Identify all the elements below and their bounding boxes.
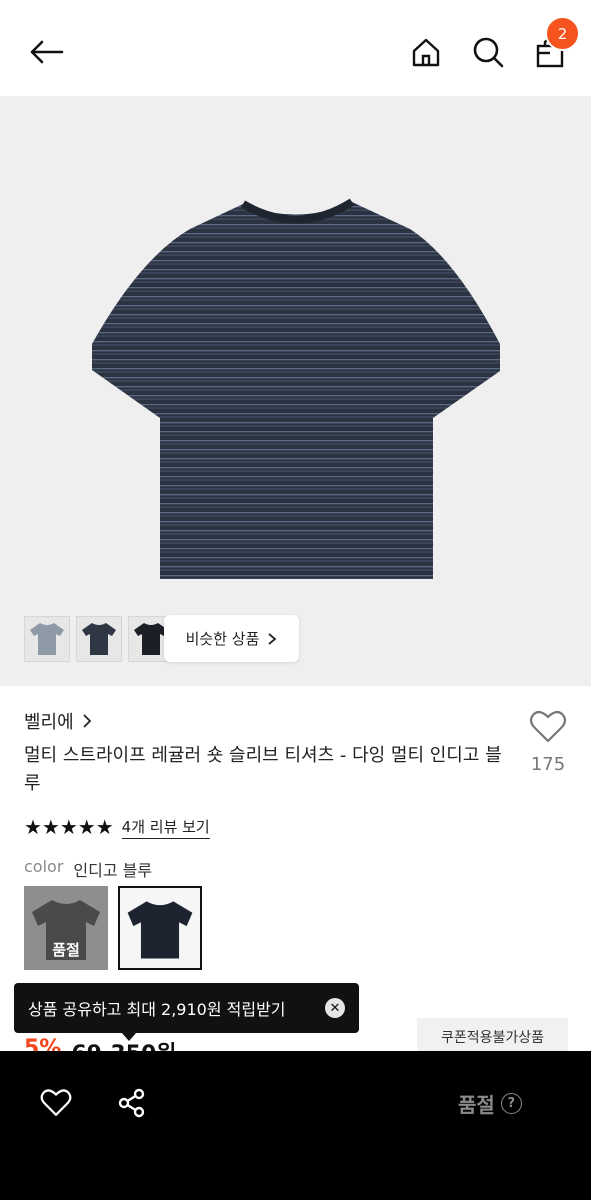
heart-icon: [40, 1089, 72, 1116]
product-title: 멀티 스트라이프 레귤러 숏 슬리브 티셔츠 - 다잉 멀티 인디고 블루: [24, 745, 502, 794]
share-reward-tooltip: 상품 공유하고 최대 2,910원 적립받기 ✕: [14, 983, 359, 1033]
light-grey-t-shirt: [30, 623, 64, 655]
product-image-area[interactable]: [0, 96, 591, 686]
home-button[interactable]: [404, 30, 448, 74]
navy-t-shirt: [82, 623, 116, 655]
wishlist-button[interactable]: [38, 1085, 74, 1121]
share-button[interactable]: [114, 1085, 150, 1121]
like-count: 175: [530, 754, 566, 775]
bottom-action-bar: 품절 ?: [0, 1051, 591, 1200]
similar-products-label: 비슷한 상품: [185, 630, 260, 648]
arrow-left-icon: [30, 40, 64, 64]
close-icon[interactable]: ✕: [325, 998, 345, 1018]
color-swatch-navy[interactable]: [118, 886, 202, 970]
sold-out-status: 품절 ?: [458, 1089, 522, 1118]
cart-count-badge: 2: [545, 16, 580, 51]
brand-link[interactable]: 벨리에: [24, 708, 92, 734]
rating-stars: ★★★★★: [24, 815, 114, 839]
question-icon[interactable]: ?: [500, 1093, 522, 1114]
price-row: 5% 69,350원: [24, 1036, 177, 1052]
brand-name: 벨리에: [24, 712, 74, 733]
sold-out-label: 품절: [458, 1093, 495, 1117]
chevron-right-icon: [268, 632, 277, 645]
home-icon: [412, 38, 440, 67]
color-label: color: [24, 857, 64, 876]
discount-rate: 5%: [24, 1036, 62, 1052]
color-swatch-grey[interactable]: 품절: [24, 886, 108, 970]
search-button[interactable]: [466, 30, 510, 74]
tooltip-tail: [121, 1032, 137, 1041]
back-button[interactable]: [24, 30, 68, 74]
review-link[interactable]: 4개 리뷰 보기: [121, 816, 210, 839]
app-header: 2: [0, 0, 591, 96]
heart-icon: [529, 710, 567, 743]
thumbnail-2[interactable]: [76, 616, 122, 662]
thumbnail-strip: [24, 616, 174, 662]
similar-products-button[interactable]: 비슷한 상품: [164, 615, 299, 662]
chevron-right-icon: [83, 714, 91, 728]
color-row: color 인디고 블루: [24, 857, 152, 881]
rating-row: ★★★★★ 4개 리뷰 보기: [24, 815, 210, 839]
tooltip-text: 상품 공유하고 최대 2,910원 적립받기: [28, 1000, 286, 1019]
sold-out-tag: 품절: [52, 941, 80, 959]
t-shirt-icon: [127, 901, 193, 959]
like-button[interactable]: 175: [522, 710, 574, 775]
share-icon: [118, 1088, 145, 1118]
product-image: [92, 198, 500, 579]
color-value: 인디고 블루: [73, 861, 153, 880]
search-icon: [473, 37, 504, 68]
thumbnail-1[interactable]: [24, 616, 70, 662]
